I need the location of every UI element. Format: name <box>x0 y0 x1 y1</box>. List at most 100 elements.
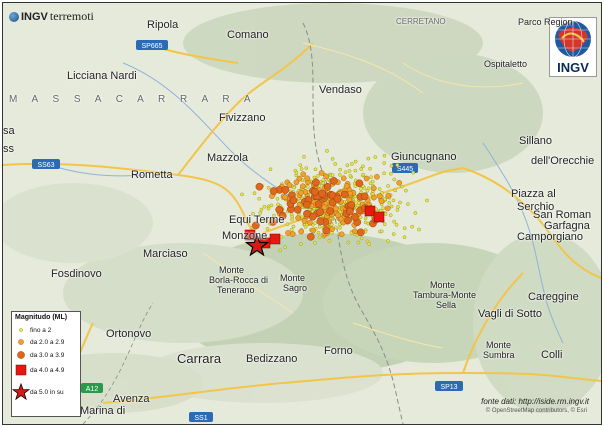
quake-small-marker <box>318 170 325 176</box>
quake-tiny-marker <box>285 222 290 226</box>
quake-tiny-marker <box>275 196 280 201</box>
quake-tiny-marker <box>382 161 387 165</box>
place-monte-tambura-2: Tambura-Monte <box>413 290 477 300</box>
legend-item-tiny: fino a 2 <box>12 326 51 334</box>
quake-small-marker <box>385 192 392 199</box>
place-monte-borla-1: Monte <box>219 265 245 275</box>
small-dot-icon <box>18 339 24 345</box>
place-mazzola: Mazzola <box>207 152 248 164</box>
quake-tiny-marker <box>402 235 407 239</box>
quake-tiny-marker <box>361 172 366 177</box>
quake-tiny-marker <box>382 222 387 226</box>
quake-medium-marker <box>360 192 369 201</box>
quake-tiny-marker <box>321 178 326 182</box>
quake-small-marker <box>378 198 385 204</box>
quake-small-marker <box>299 183 306 189</box>
quake-tiny-marker <box>411 170 416 175</box>
quake-tiny-marker <box>294 170 299 175</box>
place-monte-sumbra-1: Monte <box>486 340 512 350</box>
quake-tiny-marker <box>359 236 364 241</box>
place-colli: Colli <box>541 349 563 361</box>
quake-tiny-marker <box>391 198 396 203</box>
quake-tiny-marker <box>343 170 348 174</box>
place-fivizzano: Fivizzano <box>219 112 266 124</box>
quake-small-marker <box>384 205 391 212</box>
quake-tiny-marker <box>317 224 322 229</box>
quake-tiny-marker <box>402 226 407 231</box>
quake-medium-marker <box>346 207 354 216</box>
quake-tiny-marker <box>425 198 429 203</box>
legend-title: Magnitudo (ML) <box>15 314 68 321</box>
quake-tiny-marker <box>359 187 363 191</box>
quake-small-marker <box>293 179 300 186</box>
copyright-text: © OpenStreetMap contributors, © Esri <box>485 408 587 414</box>
quake-tiny-marker <box>279 234 284 239</box>
quake-tiny-marker <box>327 238 332 243</box>
quake-tiny-marker <box>325 149 329 153</box>
quake-tiny-marker <box>240 192 244 197</box>
quake-small-marker <box>289 231 296 237</box>
quake-small-marker <box>370 185 377 192</box>
quake-small-marker <box>304 175 311 182</box>
quake-small-marker <box>298 228 305 235</box>
quake-medium-marker <box>311 187 319 196</box>
quake-tiny-marker <box>395 163 400 167</box>
quake-tiny-marker <box>404 188 408 193</box>
quake-tiny-marker <box>304 166 309 170</box>
legend-item-small: da 2.0 a 2.9 <box>12 338 64 346</box>
red-square-icon <box>15 364 27 376</box>
place-forno: Forno <box>324 345 353 357</box>
quake-medium-marker <box>289 196 298 205</box>
svg-text:SS1: SS1 <box>194 415 207 422</box>
quake-tiny-marker <box>391 232 396 236</box>
quake-medium-marker <box>356 228 365 237</box>
place-bedizzano: Bedizzano <box>246 353 298 365</box>
quake-large-marker <box>364 205 376 217</box>
svg-text:SS63: SS63 <box>37 162 54 169</box>
ingv-logo-text: INGV <box>557 60 589 75</box>
place-monte-tambura-1: Monte <box>430 280 456 290</box>
quake-medium-marker <box>281 185 290 194</box>
legend-item-star: da 5.0 in su <box>12 382 64 402</box>
quake-tiny-marker <box>298 242 303 246</box>
quake-tiny-marker <box>382 153 387 158</box>
brand-bold-text: INGV <box>21 10 48 23</box>
quake-medium-marker <box>302 200 311 209</box>
quake-tiny-marker <box>313 221 317 225</box>
legend-label-tiny: fino a 2 <box>30 326 52 334</box>
quake-small-marker <box>352 228 358 235</box>
quake-tiny-marker <box>317 235 322 240</box>
quake-tiny-marker <box>386 184 390 188</box>
quake-medium-marker <box>330 177 338 185</box>
quake-tiny-marker <box>377 187 382 191</box>
quake-tiny-marker <box>338 225 342 230</box>
quake-large-marker <box>269 233 281 245</box>
quake-tiny-marker <box>396 204 400 209</box>
quake-medium-marker <box>322 226 331 235</box>
quake-medium-marker <box>306 232 315 241</box>
quake-small-marker <box>298 189 304 196</box>
magnitude-legend: Magnitudo (ML) fino a 2 da 2.0 a 2.9 da … <box>11 311 81 417</box>
quake-tiny-marker <box>262 204 267 209</box>
place-equi-terme: Equi Terme <box>229 214 285 226</box>
quake-small-marker <box>335 212 341 218</box>
quake-tiny-marker <box>338 167 343 172</box>
map-frame[interactable]: SP665 SS63 S445 SP13 A12 SS1 INGV terremo… <box>2 2 602 425</box>
place-ripola: Ripola <box>147 19 179 31</box>
place-sa: sa <box>3 125 15 137</box>
quake-tiny-marker <box>316 230 321 235</box>
quake-medium-marker <box>326 207 335 215</box>
quake-tiny-marker <box>369 175 373 179</box>
quake-tiny-marker <box>305 184 310 189</box>
quake-tiny-marker <box>398 200 402 205</box>
svg-text:SP13: SP13 <box>440 384 457 391</box>
quake-medium-marker <box>293 205 302 214</box>
quake-small-marker <box>329 226 335 232</box>
quake-tiny-marker <box>353 194 358 199</box>
region-massa-carrara: M A S S A C A R R A R A <box>9 94 257 105</box>
ingv-terremoti-brand: INGV terremoti <box>9 9 94 24</box>
quake-tiny-marker <box>349 162 354 166</box>
globe-icon <box>9 11 19 22</box>
quake-tiny-marker <box>257 196 262 201</box>
place-parco-region: Parco Region <box>518 17 573 27</box>
